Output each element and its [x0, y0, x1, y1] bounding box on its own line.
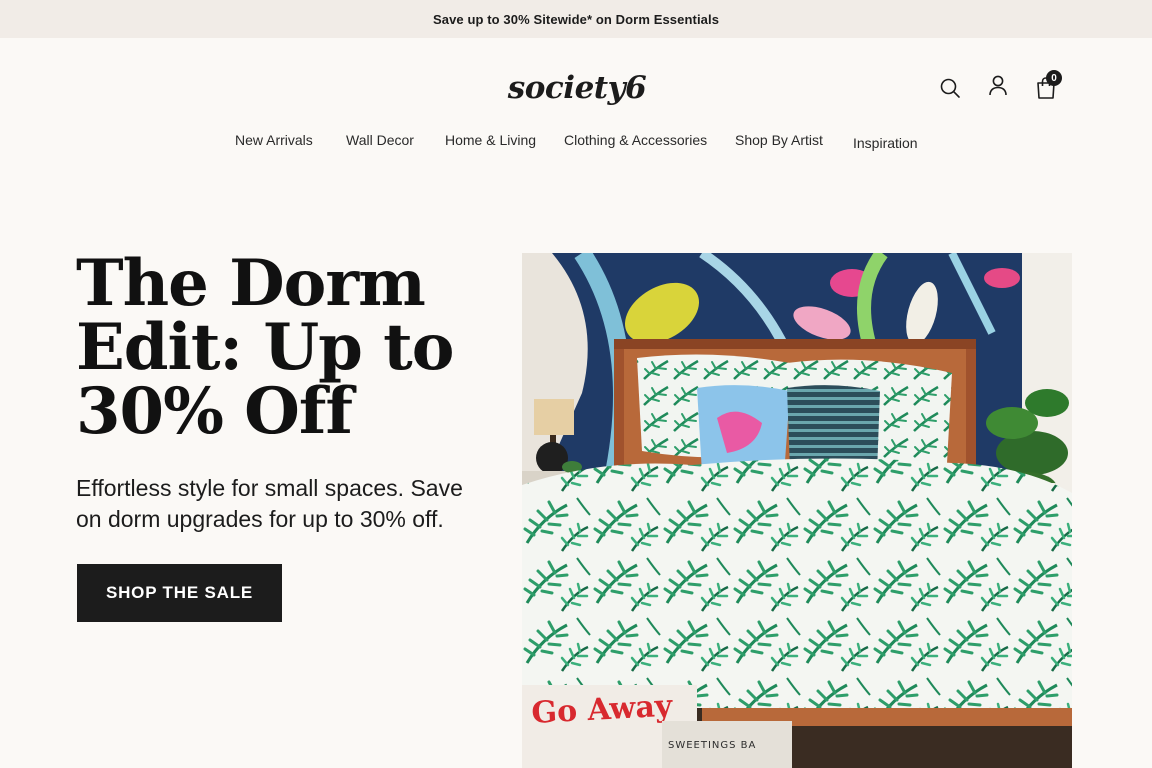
dorm-bedroom-photo: Go Away SWEETINGS BA [522, 253, 1072, 768]
hero-subtitle: Effortless style for small spaces. Save … [76, 475, 463, 532]
image-book-text: SWEETINGS BA [668, 740, 756, 751]
nav-inspiration[interactable]: Inspiration [853, 135, 918, 151]
promo-text: Save up to 30% Sitewide* on Dorm Essenti… [432, 11, 720, 27]
main-nav: New Arrivals Wall Decor Home & Living Cl… [0, 132, 1152, 152]
hero-title: The Dorm Edit: Up to 30% Off [76, 246, 454, 449]
nav-new-arrivals[interactable]: New Arrivals [235, 132, 313, 148]
search-icon [940, 78, 960, 98]
nav-clothing-accessories[interactable]: Clothing & Accessories [564, 132, 707, 148]
account-icon [989, 75, 1007, 96]
hero-image[interactable]: Go Away SWEETINGS BA [522, 253, 1072, 768]
nav-wall-decor[interactable]: Wall Decor [346, 132, 414, 148]
brand-logo[interactable]: society6 [508, 66, 647, 110]
account-button[interactable] [986, 74, 1010, 98]
search-button[interactable] [938, 76, 962, 100]
image-sign-text: Go Away [531, 689, 675, 731]
cart-count-badge: 0 [1046, 70, 1062, 86]
shop-the-sale-button[interactable]: SHOP THE SALE [77, 564, 282, 622]
promo-banner[interactable]: Save up to 30% Sitewide* on Dorm Essenti… [0, 0, 1152, 38]
logo-text: society6 [507, 70, 647, 106]
nav-home-living[interactable]: Home & Living [445, 132, 536, 148]
nav-shop-by-artist[interactable]: Shop By Artist [735, 132, 823, 148]
